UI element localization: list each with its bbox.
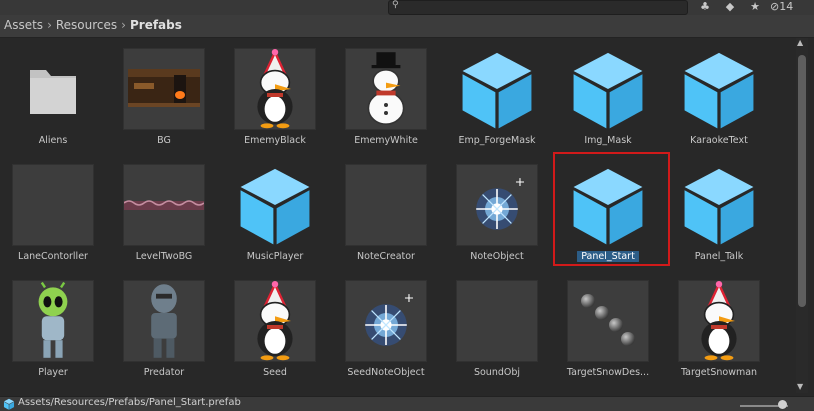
breadcrumb-separator-icon: ›	[47, 18, 52, 32]
background-strip-icon	[123, 164, 205, 246]
penguin-sprite-icon	[678, 280, 760, 362]
asset-item[interactable]: SeedNoteObject	[333, 270, 439, 380]
asset-label: Panel_Start	[577, 251, 639, 262]
breadcrumb-assets[interactable]: Assets	[4, 18, 43, 32]
asset-item[interactable]: BG	[111, 38, 217, 148]
asset-grid: Aliens BG EmemyBlack EmemyWhite Emp_Forg…	[0, 38, 794, 393]
penguin-sprite-icon	[234, 280, 316, 362]
status-bar: Assets/Resources/Prefabs/Panel_Start.pre…	[0, 396, 814, 411]
asset-item[interactable]: LaneContorller	[0, 154, 106, 264]
asset-item[interactable]: Seed	[222, 270, 328, 380]
asset-item[interactable]: Aliens	[0, 38, 106, 148]
search-icon: ⚲	[392, 0, 399, 10]
asset-item[interactable]: LevelTwoBG	[111, 154, 217, 264]
favorites-star-icon[interactable]: ★	[743, 0, 767, 15]
breadcrumb-bar: Assets › Resources › Prefabs	[0, 15, 814, 38]
sparkle-effect-icon	[456, 164, 538, 246]
asset-item[interactable]: KaraokeText	[666, 38, 772, 148]
asset-label: Player	[38, 367, 68, 378]
asset-item[interactable]: Panel_Talk	[666, 154, 772, 264]
asset-label: Seed	[263, 367, 287, 378]
asset-label: BG	[157, 135, 171, 146]
snowman-sprite-icon	[345, 48, 427, 130]
asset-item[interactable]: MusicPlayer	[222, 154, 328, 264]
prefab-cube-icon	[678, 164, 760, 246]
asset-item-selected[interactable]: Panel_Start	[553, 152, 670, 266]
asset-label: Predator	[143, 367, 185, 378]
eye-slash-icon: ⊘	[770, 0, 780, 13]
empty-preview-icon	[345, 164, 427, 246]
asset-item[interactable]: Emp_ForgeMask	[444, 38, 550, 148]
asset-label: SeedNoteObject	[347, 367, 425, 378]
prefab-cube-icon	[567, 48, 649, 130]
asset-label: Img_Mask	[584, 135, 632, 146]
selected-asset-path: Assets/Resources/Prefabs/Panel_Start.pre…	[18, 397, 241, 408]
asset-item[interactable]: Img_Mask	[555, 38, 661, 148]
asset-label: Panel_Talk	[694, 251, 744, 262]
asset-label: NoteObject	[470, 251, 524, 262]
asset-item[interactable]: TargetSnowman	[666, 270, 772, 380]
hidden-packages-button[interactable]: ⊘14	[770, 0, 793, 15]
prefab-cube-icon	[567, 164, 649, 246]
asset-item[interactable]: EmemyBlack	[222, 38, 328, 148]
asset-item[interactable]: EmemyWhite	[333, 38, 439, 148]
asset-item[interactable]: Predator	[111, 270, 217, 380]
asset-label: LevelTwoBG	[135, 251, 193, 262]
asset-item[interactable]: NoteObject	[444, 154, 550, 264]
hidden-count: 14	[779, 0, 794, 13]
asset-label: Aliens	[38, 135, 68, 146]
breadcrumb-resources[interactable]: Resources	[56, 18, 117, 32]
toolbar: ⚲ ♣ ◆ ★ ⊘14	[0, 0, 814, 15]
prefab-cube-icon	[456, 48, 538, 130]
breadcrumb-prefabs[interactable]: Prefabs	[130, 18, 182, 32]
scroll-up-arrow-icon[interactable]: ▲	[797, 38, 803, 47]
icon-size-slider-handle[interactable]	[778, 400, 787, 409]
breadcrumb-separator-icon: ›	[121, 18, 126, 32]
snowballs-sprite-icon	[567, 280, 649, 362]
asset-item[interactable]: TargetSnowDes...	[555, 270, 661, 380]
asset-label: MusicPlayer	[246, 251, 304, 262]
prefab-cube-icon	[234, 164, 316, 246]
asset-label: EmemyBlack	[244, 135, 306, 146]
asset-label: KaraokeText	[690, 135, 748, 146]
prefab-cube-icon	[678, 48, 760, 130]
asset-label: TargetSnowman	[680, 367, 758, 378]
asset-label: NoteCreator	[357, 251, 415, 262]
asset-label: Emp_ForgeMask	[458, 135, 536, 146]
asset-label: TargetSnowDes...	[566, 367, 650, 378]
filter-by-label-button[interactable]: ◆	[718, 0, 742, 15]
search-input[interactable]: ⚲	[388, 0, 688, 15]
folder-icon	[12, 48, 94, 130]
scrollbar-thumb[interactable]	[798, 55, 806, 307]
asset-item[interactable]: SoundObj	[444, 270, 550, 380]
empty-preview-icon	[456, 280, 538, 362]
asset-label: SoundObj	[473, 367, 521, 378]
penguin-sprite-icon	[234, 48, 316, 130]
breadcrumb: Assets › Resources › Prefabs	[4, 18, 182, 32]
sparkle-effect-icon	[345, 280, 427, 362]
asset-item[interactable]: NoteCreator	[333, 154, 439, 264]
empty-preview-icon	[12, 164, 94, 246]
asset-label: EmemyWhite	[354, 135, 418, 146]
prefab-cube-icon	[3, 398, 15, 410]
scroll-down-arrow-icon[interactable]: ▼	[797, 382, 803, 391]
asset-label: LaneContorller	[18, 251, 88, 262]
predator-sprite-icon	[123, 280, 205, 362]
asset-item[interactable]: Player	[0, 270, 106, 380]
filter-by-type-button[interactable]: ♣	[693, 0, 717, 15]
alien-sprite-icon	[12, 280, 94, 362]
background-image-icon	[123, 48, 205, 130]
